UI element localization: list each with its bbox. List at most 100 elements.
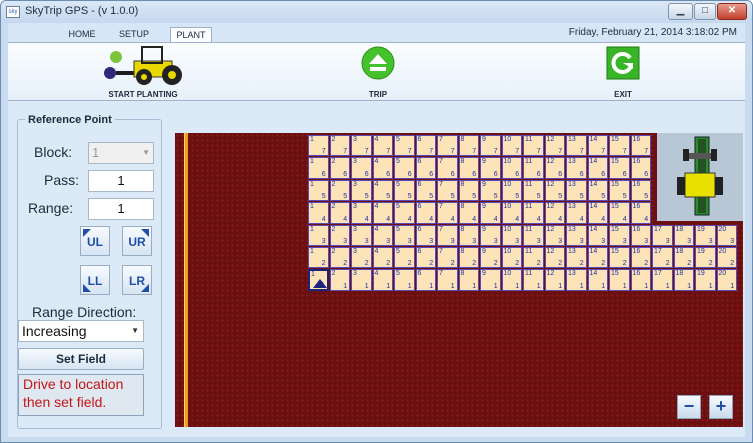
plot-cell: 67 xyxy=(415,135,437,157)
plot-pass-number: 10 xyxy=(503,136,512,143)
plot-pass-number: 11 xyxy=(525,225,533,233)
maximize-button[interactable]: □ xyxy=(694,3,716,20)
plot-pass-number: 12 xyxy=(546,270,555,278)
plot-cell: 15 1 xyxy=(609,269,630,291)
field-map[interactable]: 1 7 2 7 3 7 4 7 5 7 6 7 7 7 8 7 9 7 10 7 11 7 12 7 13 7 14 7 15 7 16 7 1… xyxy=(175,133,743,427)
plot-pass-number: 9 xyxy=(482,270,486,278)
plot-pass-number: 17 xyxy=(654,248,662,255)
chevron-down-icon: ▼ xyxy=(131,326,139,335)
plot-range-number: 7 xyxy=(515,148,520,156)
plot-cell: 11 7 xyxy=(523,135,544,157)
plot-pass-number: 16 xyxy=(632,180,641,188)
plot-range-number: 7 xyxy=(601,148,606,156)
plot-cell: 65 xyxy=(415,179,437,202)
exit-icon xyxy=(606,46,640,80)
plot-cell: 12 2 xyxy=(544,247,566,269)
plot-range-number: 2 xyxy=(429,260,434,268)
tab-home[interactable]: HOME xyxy=(60,27,104,43)
plot-pass-number: 14 xyxy=(589,225,598,233)
tractor-overview xyxy=(657,133,743,221)
plot-pass-number: 10 xyxy=(503,158,512,166)
plot-pass-number: 6 xyxy=(417,180,422,188)
set-field-button[interactable]: Set Field xyxy=(18,348,144,370)
zoom-in-button[interactable]: + xyxy=(709,395,733,419)
plot-cell: 52 xyxy=(394,247,415,269)
plot-cell: 53 xyxy=(394,224,415,246)
plot-cell: 13 5 xyxy=(566,179,587,202)
plot-cell: 14 2 xyxy=(587,247,609,269)
plot-range-number: 1 xyxy=(558,282,563,290)
plot-range-number: 5 xyxy=(429,193,434,201)
plot-cell: 54 xyxy=(394,202,415,224)
plot-range-number: 2 xyxy=(343,260,348,268)
exit-button[interactable]: EXIT xyxy=(583,43,663,101)
plot-pass-number: 14 xyxy=(589,180,598,188)
plot-pass-number: 15 xyxy=(611,270,619,278)
zoom-out-button[interactable]: − xyxy=(677,395,701,419)
plot-cell: 16 xyxy=(308,157,329,179)
plot-cell: 81 xyxy=(458,269,480,291)
corner-ul-label: UL xyxy=(87,235,103,249)
plot-range-number: 6 xyxy=(343,170,348,178)
close-button[interactable]: ✕ xyxy=(717,3,747,20)
plot-cell: 15 7 xyxy=(609,135,630,157)
plot-range-number: 7 xyxy=(386,148,391,156)
plot-range-number: 3 xyxy=(450,237,455,245)
plot-pass-number: 1 xyxy=(311,271,315,279)
plot-range-number: 5 xyxy=(515,193,520,201)
plot-cell: 20 1 xyxy=(716,269,738,291)
plot-pass-number: 13 xyxy=(568,158,576,166)
plot-range-number: 1 xyxy=(429,282,434,290)
plot-range-number: 2 xyxy=(601,260,606,268)
corner-ll-label: LL xyxy=(87,274,103,288)
plot-range-number: 4 xyxy=(601,215,606,223)
block-select[interactable]: 1 ▼ xyxy=(88,142,154,164)
plot-range-number: 1 xyxy=(730,282,735,290)
plot-range-number: 3 xyxy=(515,237,520,245)
plot-pass-number: 12 xyxy=(546,158,555,166)
plot-range-number: 1 xyxy=(708,282,713,290)
corner-ur-button[interactable]: UR xyxy=(122,226,152,256)
plot-cell: 64 xyxy=(415,202,437,224)
range-input[interactable]: 1 xyxy=(88,198,154,220)
tab-plant[interactable]: PLANT xyxy=(170,27,212,43)
plot-pass-number: 16 xyxy=(632,136,641,143)
plot-cell: 15 2 xyxy=(609,247,630,269)
plot-cell: 34 xyxy=(351,202,372,224)
plot-range-number: 1 xyxy=(622,282,627,290)
range-direction-select[interactable]: Increasing ▼ xyxy=(18,320,144,342)
plot-range-number: 2 xyxy=(708,260,713,268)
plot-cell: 56 xyxy=(394,157,415,179)
start-planting-button[interactable]: START PLANTING xyxy=(88,43,198,101)
plot-cell: 20 2 xyxy=(716,247,738,269)
plot-range-number: 3 xyxy=(730,237,735,245)
plot-cell: 11 1 xyxy=(523,269,544,291)
plot-cell: 85 xyxy=(458,179,480,202)
plot-range-number: 6 xyxy=(601,170,606,178)
plot-pass-number: 13 xyxy=(568,225,576,233)
plot-range-number: 7 xyxy=(450,148,455,156)
corner-ll-button[interactable]: LL xyxy=(80,265,110,295)
trip-button[interactable]: TRIP xyxy=(338,43,418,101)
corner-lr-button[interactable]: LR xyxy=(122,265,152,295)
plot-cell: 71 xyxy=(437,269,458,291)
plot-range-number: 3 xyxy=(536,237,541,245)
range-label: Range: xyxy=(28,200,74,216)
plot-range-number: 6 xyxy=(472,170,477,178)
minimize-button[interactable]: ▁ xyxy=(668,3,693,20)
plot-cell: 91 xyxy=(480,269,501,291)
plot-cell: 13 3 xyxy=(566,224,587,246)
plot-range-number: 1 xyxy=(601,282,606,290)
plot-pass-number: 7 xyxy=(439,180,443,188)
plot-cell: 14 xyxy=(308,202,329,224)
plot-pass-number: 1 xyxy=(310,136,314,143)
plot-pass-number: 1 xyxy=(310,158,314,166)
tab-setup[interactable]: SETUP xyxy=(114,27,154,43)
plot-cell: 10 3 xyxy=(501,224,523,246)
plot-range-number: 7 xyxy=(321,148,326,156)
pass-input[interactable]: 1 xyxy=(88,170,154,192)
plot-pass-number: 3 xyxy=(353,270,357,278)
corner-ul-button[interactable]: UL xyxy=(80,226,110,256)
plot-pass-number: 3 xyxy=(353,158,357,166)
plot-range-number: 6 xyxy=(364,170,369,178)
